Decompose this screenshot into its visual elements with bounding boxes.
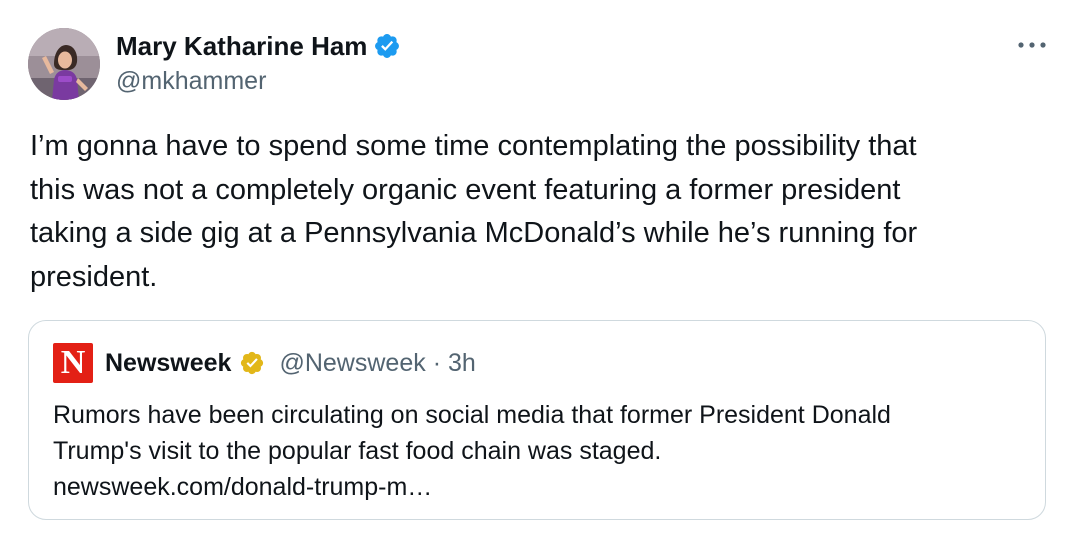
author-avatar[interactable] xyxy=(28,28,100,100)
quote-author-name[interactable]: Newsweek xyxy=(105,349,231,378)
quote-author-handle[interactable]: @Newsweek xyxy=(279,349,425,377)
tweet-text: I’m gonna have to spend some time contem… xyxy=(30,130,918,293)
newsweek-logo[interactable]: N xyxy=(53,343,93,383)
verified-blue-check-icon xyxy=(373,32,401,60)
quote-text: Rumors have been circulating on social m… xyxy=(53,401,891,501)
quote-timestamp[interactable]: 3h xyxy=(448,349,476,377)
newsweek-logo-letter: N xyxy=(60,344,86,381)
more-horizontal-icon xyxy=(1018,42,1046,48)
more-options-button[interactable] xyxy=(1012,30,1052,60)
tweet: Mary Katharine Ham @mkhammer I’m gonna h… xyxy=(0,0,1078,546)
verified-gold-check-icon xyxy=(239,350,265,376)
meta-separator: · xyxy=(432,348,442,377)
author-name-row: Mary Katharine Ham xyxy=(116,30,401,62)
author-handle[interactable]: @mkhammer xyxy=(116,66,266,96)
quoted-tweet-card[interactable]: N Newsweek @Newsweek · 3h Rumors have be… xyxy=(28,320,1046,520)
quote-meta: @Newsweek · 3h xyxy=(279,349,475,378)
author-name[interactable]: Mary Katharine Ham xyxy=(116,30,367,62)
quote-header: N Newsweek @Newsweek · 3h xyxy=(53,343,476,383)
profile-photo xyxy=(28,28,100,100)
